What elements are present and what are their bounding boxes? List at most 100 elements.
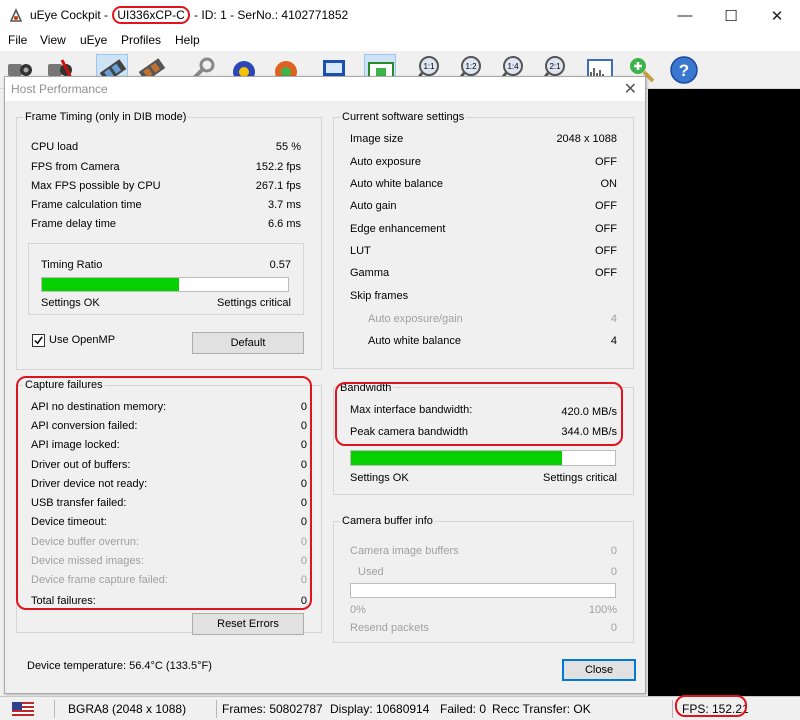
bandwidth-fill xyxy=(351,451,563,465)
buffer-min-label: 0% xyxy=(350,604,366,616)
frame-delay-time-label: Frame delay time xyxy=(31,218,116,230)
maximize-button[interactable]: ☐ xyxy=(708,0,754,31)
help-symbol: ? xyxy=(679,61,689,80)
software-settings-title: Current software settings xyxy=(340,111,467,123)
timing-ratio-bar xyxy=(41,277,289,292)
frame-calc-time-value: 3.7 ms xyxy=(267,199,301,211)
gamma-label: Gamma xyxy=(350,267,390,279)
zoom-1-1-label: 1:1 xyxy=(423,62,435,71)
menu-view[interactable]: View xyxy=(40,33,66,47)
minimize-button[interactable]: — xyxy=(662,0,708,31)
max-fps-value: 267.1 fps xyxy=(255,180,301,192)
menu-ueye[interactable]: uEye xyxy=(80,33,107,47)
gamma-value: OFF xyxy=(595,267,617,279)
auto-gain-value: OFF xyxy=(595,200,617,212)
bandwidth-highlight xyxy=(335,382,623,446)
status-separator xyxy=(672,700,673,718)
dialog-close-icon[interactable]: ✕ xyxy=(624,79,637,99)
capture-failures-highlight xyxy=(16,376,312,610)
timing-ratio-label: Timing Ratio xyxy=(41,259,103,271)
close-window-button[interactable]: ✕ xyxy=(754,0,800,31)
skip-auto-exposure-value: 4 xyxy=(610,313,617,325)
camera-buffer-group: Camera buffer info Camera image buffers … xyxy=(333,515,634,643)
use-openmp-checkbox[interactable] xyxy=(32,334,45,347)
dialog-title: Host Performance xyxy=(11,82,108,96)
title-serial: - ID: 1 - SerNo.: 4102771852 xyxy=(194,8,349,22)
host-performance-dialog: Host Performance ✕ Frame Timing (only in… xyxy=(4,76,646,694)
edge-enhancement-value: OFF xyxy=(595,223,617,235)
zoom-2-1-label: 2:1 xyxy=(549,62,561,71)
lut-label: LUT xyxy=(350,245,371,257)
auto-white-balance-value: ON xyxy=(600,178,618,190)
ueye-app-icon xyxy=(9,8,23,22)
device-temperature: Device temperature: 56.4°C (133.5°F) xyxy=(27,660,212,672)
status-format: BGRA8 (2048 x 1088) xyxy=(68,702,187,716)
status-failed: Failed: 0 xyxy=(440,702,487,716)
camera-buffer-title: Camera buffer info xyxy=(340,515,435,527)
timing-ratio-panel: Timing Ratio 0.57 Settings OK Settings c… xyxy=(28,243,304,315)
fps-highlight xyxy=(675,695,747,717)
title-model: UI336xCP-C xyxy=(112,6,190,24)
status-separator xyxy=(54,700,55,718)
video-display-area[interactable] xyxy=(648,89,800,696)
buffer-max-label: 100% xyxy=(588,604,617,616)
status-frames: Frames: 50802787 xyxy=(222,702,323,716)
cpu-load-value: 55 % xyxy=(275,141,301,153)
default-button[interactable]: Default xyxy=(192,332,304,354)
max-fps-label: Max FPS possible by CPU xyxy=(31,180,161,192)
timing-settings-ok: Settings OK xyxy=(41,297,100,309)
menu-profiles[interactable]: Profiles xyxy=(121,33,161,47)
resend-packets-label: Resend packets xyxy=(350,622,429,634)
camera-image-buffers-label: Camera image buffers xyxy=(350,545,459,557)
skip-frames-label: Skip frames xyxy=(350,290,409,302)
status-display: Display: 10680914 xyxy=(330,702,430,716)
timing-ratio-fill xyxy=(42,278,179,291)
frame-timing-group: Frame Timing (only in DIB mode) CPU load… xyxy=(16,111,322,370)
buffers-used-value: 0 xyxy=(610,566,617,578)
menu-help[interactable]: Help xyxy=(175,33,200,47)
frame-calc-time-label: Frame calculation time xyxy=(31,199,142,211)
buffers-used-label: Used xyxy=(358,566,384,578)
status-recc-transfer: Recc Transfer: OK xyxy=(492,702,591,716)
timing-ratio-value: 0.57 xyxy=(269,259,291,271)
title-app-name: uEye Cockpit - xyxy=(30,8,109,22)
edge-enhancement-label: Edge enhancement xyxy=(350,223,446,235)
software-settings-group: Current software settings Image size 204… xyxy=(333,111,634,369)
fps-camera-label: FPS from Camera xyxy=(31,161,120,173)
fps-camera-value: 152.2 fps xyxy=(255,161,301,173)
skip-auto-white-balance-value: 4 xyxy=(610,335,617,347)
reset-errors-button[interactable]: Reset Errors xyxy=(192,613,304,635)
auto-exposure-value: OFF xyxy=(595,156,617,168)
menu-file[interactable]: File xyxy=(8,33,27,47)
image-size-value: 2048 x 1088 xyxy=(556,133,617,145)
help-icon: ? xyxy=(670,56,698,84)
bandwidth-settings-ok: Settings OK xyxy=(350,472,409,484)
auto-white-balance-label: Auto white balance xyxy=(350,178,443,190)
zoom-1-4-label: 1:4 xyxy=(507,62,519,71)
resend-packets-value: 0 xyxy=(610,622,617,634)
auto-exposure-label: Auto exposure xyxy=(350,156,421,168)
us-flag-icon xyxy=(12,702,34,716)
checkmark-icon xyxy=(34,336,43,345)
timing-settings-critical: Settings critical xyxy=(217,297,291,309)
frame-delay-time-value: 6.6 ms xyxy=(267,218,301,230)
window-title: uEye Cockpit - UI336xCP-C - ID: 1 - SerN… xyxy=(30,6,349,24)
skip-auto-exposure-label: Auto exposure/gain xyxy=(368,313,463,325)
title-bar: uEye Cockpit - UI336xCP-C - ID: 1 - SerN… xyxy=(0,0,800,31)
skip-auto-white-balance-label: Auto white balance xyxy=(368,335,461,347)
zoom-1-2-label: 1:2 xyxy=(465,62,477,71)
menu-bar: File View uEye Profiles Help xyxy=(0,31,800,51)
use-openmp-label: Use OpenMP xyxy=(49,334,116,346)
close-dialog-button[interactable]: Close xyxy=(562,659,636,681)
status-separator xyxy=(216,700,217,718)
bandwidth-bar xyxy=(350,450,616,466)
bandwidth-settings-critical: Settings critical xyxy=(543,472,617,484)
image-size-label: Image size xyxy=(350,133,404,145)
frame-timing-title: Frame Timing (only in DIB mode) xyxy=(23,111,189,123)
camera-image-buffers-value: 0 xyxy=(610,545,617,557)
auto-gain-label: Auto gain xyxy=(350,200,397,212)
cpu-load-label: CPU load xyxy=(31,141,79,153)
buffer-usage-bar xyxy=(350,583,616,598)
dialog-title-bar: Host Performance ✕ xyxy=(5,77,645,101)
help-button[interactable]: ? xyxy=(668,54,700,86)
